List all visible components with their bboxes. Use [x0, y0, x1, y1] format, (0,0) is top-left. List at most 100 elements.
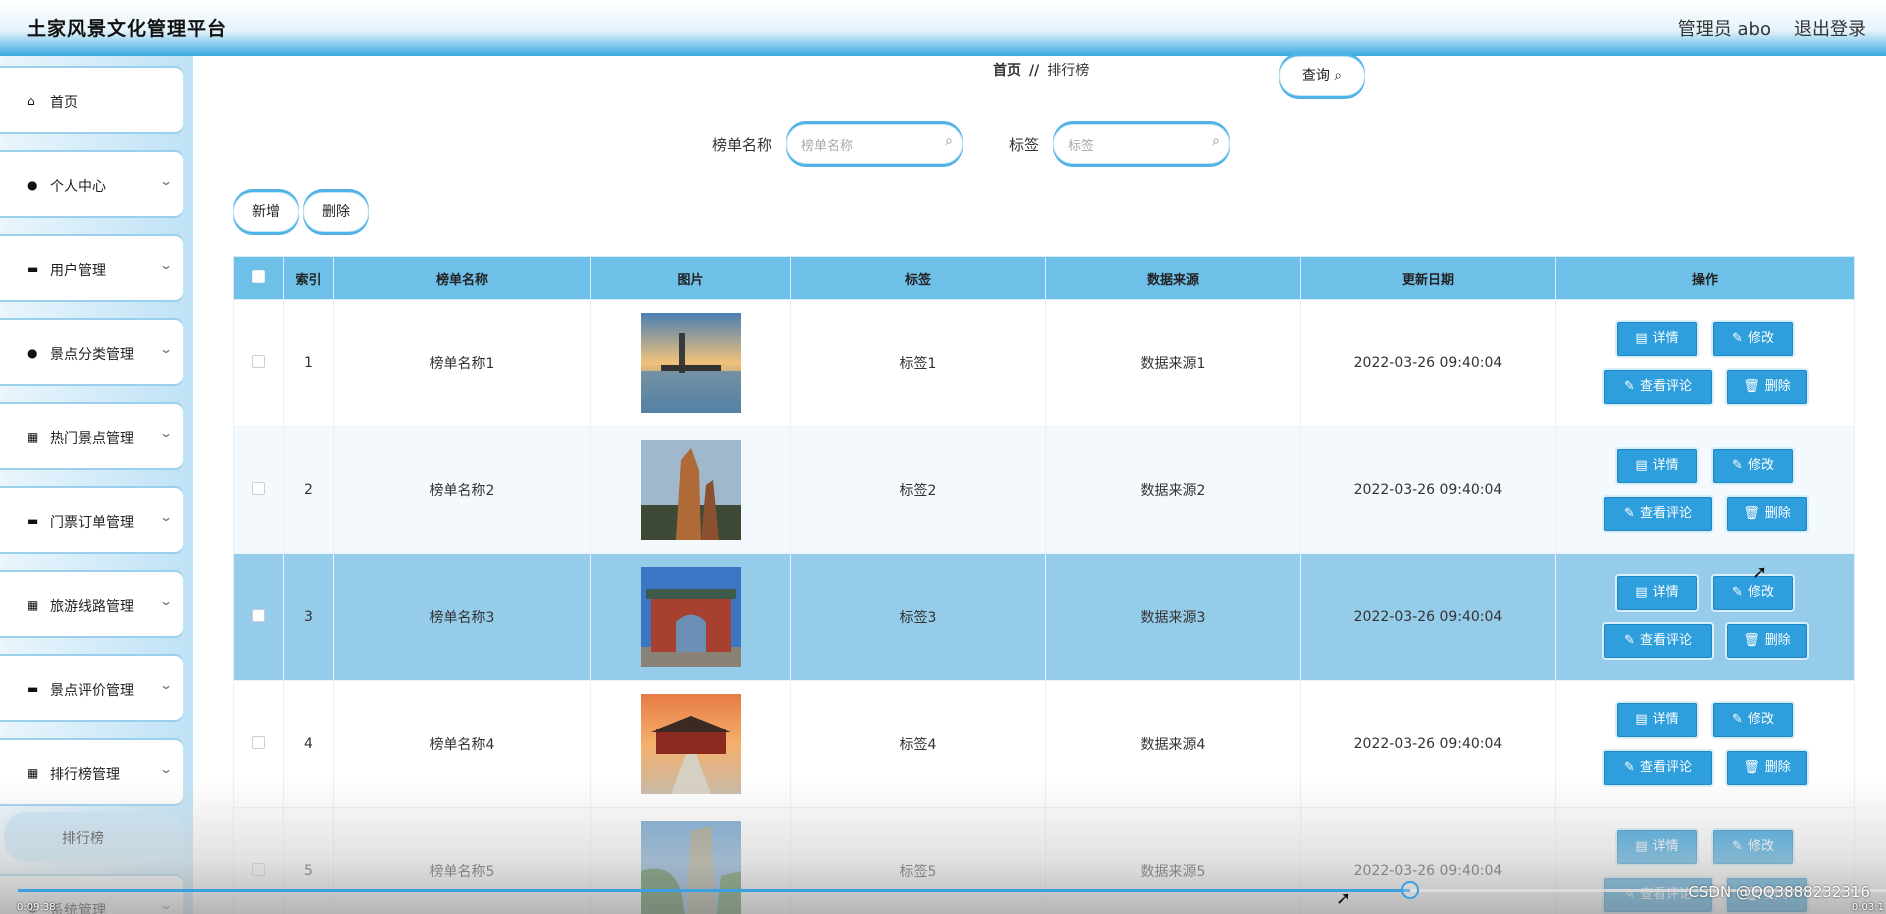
video-progress-knob[interactable] — [1400, 881, 1419, 899]
cell-date: 2022-03-26 09:40:04 — [1300, 680, 1556, 808]
document-icon: ▤ — [1635, 331, 1648, 346]
delete-button[interactable]: 🗑 删除 — [1727, 370, 1807, 404]
delete-button-label: 删除 — [1764, 379, 1791, 394]
chat-icon: ▬ — [27, 262, 39, 276]
video-elapsed-time: 0:09:38 — [17, 902, 56, 913]
sidebar-item-category[interactable]: ● 景点分类管理 ⌄ — [0, 320, 183, 384]
sidebar-item-tickets[interactable]: ▬ 门票订单管理 ⌄ — [0, 488, 183, 552]
view-comments-button[interactable]: ✎ 查看评论 — [1604, 497, 1712, 531]
document-icon: ▤ — [1635, 712, 1648, 727]
view-comments-button-label: 查看评论 — [1639, 633, 1692, 648]
cell-date: 2022-03-26 09:40:04 — [1300, 299, 1556, 427]
cell-name: 榜单名称4 — [333, 680, 591, 808]
delete-button[interactable]: 🗑 删除 — [1727, 624, 1807, 658]
cell-actions: ▤ 详情 ✎ 修改 ✎ 查看评论 🗑 删除 — [1555, 426, 1855, 554]
column-header: 图片 — [590, 256, 791, 300]
top-header: 土家风景文化管理平台 管理员 abo 退出登录 — [0, 0, 1886, 56]
table-header-row: 索引 榜单名称 图片 标签 数据来源 更新日期 操作 — [233, 256, 1855, 300]
delete-button[interactable]: 🗑 删除 — [1727, 751, 1807, 785]
document-icon: ▤ — [1635, 839, 1648, 854]
pencil-icon: ✎ — [1624, 379, 1635, 394]
row-checkbox-cell[interactable] — [233, 299, 284, 427]
row-checkbox-cell[interactable] — [233, 807, 284, 914]
cell-index: 4 — [283, 680, 334, 808]
table-row[interactable]: 4 榜单名称4 标签4 数据来源4 2022-03-26 09:40:04 ▤ 详情 ✎ 修改 ✎… — [233, 680, 1855, 808]
search-icon: ⌕ — [1212, 133, 1220, 149]
query-button[interactable]: 查询 ⌕ — [1279, 56, 1365, 96]
sidebar-item-label: 景点评价管理 — [50, 683, 134, 699]
sidebar-item-label: 个人中心 — [50, 179, 106, 195]
chevron-down-icon: ⌄ — [158, 174, 174, 188]
row-checkbox[interactable] — [252, 354, 265, 368]
cell-source: 数据来源4 — [1045, 680, 1301, 808]
pencil-icon: ✎ — [1732, 585, 1743, 600]
row-checkbox[interactable] — [252, 608, 265, 622]
table-row[interactable]: 5 榜单名称5 标签5 数据来源5 2022-03-26 09:40:04 ▤ 详情 ✎ 修改 ✎… — [233, 807, 1855, 914]
sidebar-item-hot-spots[interactable]: ▦ 热门景点管理 ⌄ — [0, 404, 183, 468]
table-row[interactable]: 3 榜单名称3 标签3 数据来源3 2022-03-26 09:40:04 ▤ 详情 ✎ 修改 ✎… — [233, 553, 1855, 681]
delete-button-label: 删除 — [1764, 506, 1791, 521]
chevron-down-icon: ⌄ — [158, 762, 174, 776]
name-search-input[interactable]: 榜单名称 ⌕ — [786, 124, 963, 164]
row-thumbnail-palace-sunset — [640, 694, 741, 794]
view-comments-button[interactable]: ✎ 查看评论 — [1604, 370, 1712, 404]
select-all-checkbox[interactable] — [252, 269, 265, 283]
add-button[interactable]: 新增 — [233, 192, 299, 232]
detail-button[interactable]: ▤ 详情 — [1617, 576, 1697, 610]
detail-button[interactable]: ▤ 详情 — [1617, 449, 1697, 483]
detail-button-label: 详情 — [1652, 585, 1679, 600]
detail-button[interactable]: ▤ 详情 — [1617, 322, 1697, 356]
row-checkbox-cell[interactable] — [233, 426, 284, 554]
cell-index: 5 — [283, 807, 334, 914]
cell-actions: ▤ 详情 ✎ 修改 ✎ 查看评论 🗑 删除 — [1555, 553, 1855, 681]
cell-index: 1 — [283, 299, 334, 427]
breadcrumb-home[interactable]: 首页 — [993, 63, 1021, 79]
detail-button[interactable]: ▤ 详情 — [1617, 830, 1697, 864]
sidebar-item-home[interactable]: ⌂ 首页 — [0, 68, 183, 132]
sidebar-item-routes[interactable]: ▦ 旅游线路管理 ⌄ — [0, 572, 183, 636]
cell-tag: 标签1 — [790, 299, 1046, 427]
sidebar-item-ranking[interactable]: ▦ 排行榜管理 ⌄ — [0, 740, 183, 804]
edit-button-label: 修改 — [1747, 458, 1774, 473]
delete-button[interactable]: 🗑 删除 — [1727, 497, 1807, 531]
tag-search-input[interactable]: 标签 ⌕ — [1053, 124, 1230, 164]
logout-link[interactable]: 退出登录 — [1794, 15, 1866, 41]
pencil-icon: ✎ — [1624, 506, 1635, 521]
row-checkbox-cell[interactable] — [233, 553, 284, 681]
row-thumbnail-rock-pillar — [640, 440, 741, 540]
row-checkbox[interactable] — [252, 862, 265, 876]
sidebar-item-label: 用户管理 — [50, 263, 106, 279]
cell-name: 榜单名称5 — [333, 807, 591, 914]
pencil-icon: ✎ — [1732, 839, 1743, 854]
edit-button[interactable]: ✎ 修改 — [1713, 830, 1793, 864]
edit-button[interactable]: ✎ 修改 — [1713, 703, 1793, 737]
trash-icon: 🗑 — [1743, 633, 1760, 648]
video-progress-bar[interactable] — [18, 881, 1886, 899]
view-comments-button[interactable]: ✎ 查看评论 — [1604, 624, 1712, 658]
edit-button[interactable]: ✎ 修改 — [1713, 449, 1793, 483]
select-all-cell[interactable] — [233, 256, 284, 300]
delete-button-label: 删除 — [1764, 760, 1791, 775]
batch-delete-button[interactable]: 删除 — [303, 192, 369, 232]
app-title: 土家风景文化管理平台 — [27, 18, 228, 40]
card-icon: ▬ — [27, 682, 39, 696]
row-checkbox[interactable] — [252, 735, 265, 749]
admin-name: 管理员 abo — [1677, 19, 1771, 40]
sidebar-item-reviews[interactable]: ▬ 景点评价管理 ⌄ — [0, 656, 183, 720]
view-comments-button[interactable]: ✎ 查看评论 — [1604, 751, 1712, 785]
chevron-down-icon: ⌄ — [158, 594, 174, 608]
detail-button[interactable]: ▤ 详情 — [1617, 703, 1697, 737]
sidebar-item-users[interactable]: ▬ 用户管理 ⌄ — [0, 236, 183, 300]
row-checkbox-cell[interactable] — [233, 680, 284, 808]
table-row[interactable]: 1 榜单名称1 标签1 数据来源1 2022-03-26 09:40:04 ▤ 详情 ✎ 修改 ✎… — [233, 299, 1855, 427]
name-search-label: 榜单名称 — [712, 136, 773, 154]
grid-icon: ▦ — [27, 598, 39, 612]
cell-date: 2022-03-26 09:40:04 — [1300, 426, 1556, 554]
edit-button[interactable]: ✎ 修改 — [1713, 322, 1793, 356]
row-checkbox[interactable] — [252, 481, 265, 495]
sidebar-subitem-ranking-list[interactable]: 排行榜 — [4, 812, 184, 862]
sidebar-item-personal[interactable]: ● 个人中心 ⌄ — [0, 152, 183, 216]
table-row[interactable]: 2 榜单名称2 标签2 数据来源2 2022-03-26 09:40:04 ▤ 详情 ✎ 修改 ✎… — [233, 426, 1855, 554]
cell-image — [590, 553, 791, 681]
breadcrumb: 首页 // 排行榜 — [993, 60, 1089, 80]
